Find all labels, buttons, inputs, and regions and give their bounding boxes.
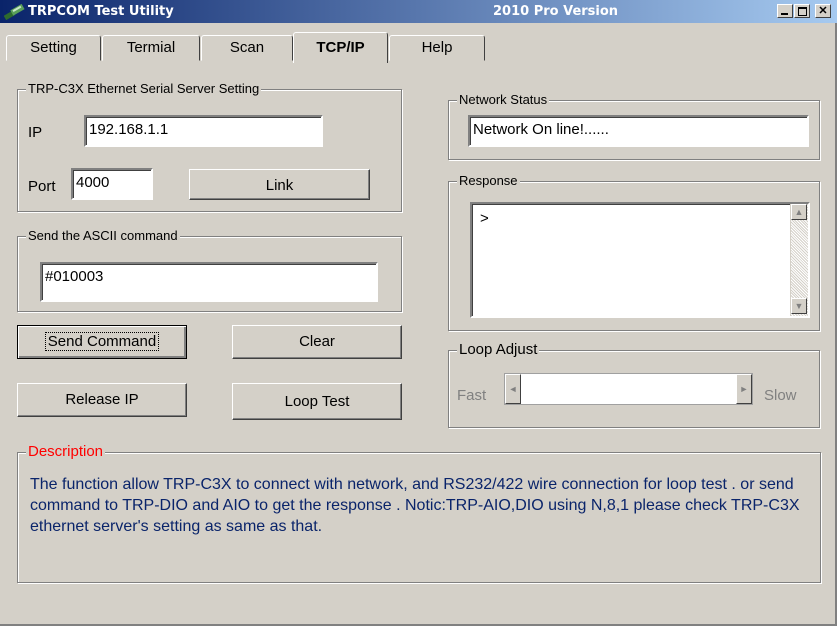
scroll-up-button[interactable]: ▲ xyxy=(791,204,807,220)
fast-label: Fast xyxy=(457,387,487,404)
tab-help[interactable]: Help xyxy=(389,35,485,61)
clear-button-label: Clear xyxy=(299,333,335,350)
release-ip-label: Release IP xyxy=(65,391,139,408)
tab-setting[interactable]: Setting xyxy=(6,35,101,61)
response-group-label: Response xyxy=(457,173,520,188)
title-bar[interactable]: TRPCOM Test Utility 2010 Pro Version ✕ xyxy=(0,0,837,23)
close-icon: ✕ xyxy=(818,5,828,17)
loop-test-label: Loop Test xyxy=(284,393,350,410)
ascii-command-group: Send the ASCII command #010003 xyxy=(17,228,402,312)
server-setting-group: TRP-C3X Ethernet Serial Server Setting I… xyxy=(17,81,402,212)
port-label: Port xyxy=(28,178,56,195)
scroll-down-button[interactable]: ▼ xyxy=(791,298,807,314)
window-version: 2010 Pro Version xyxy=(493,4,619,19)
tab-tcpip[interactable]: TCP/IP xyxy=(293,32,388,63)
ip-input[interactable]: 192.168.1.1 xyxy=(84,115,323,147)
restore-icon xyxy=(798,7,807,16)
link-button-label: Link xyxy=(265,177,294,194)
loop-adjust-group-label: Loop Adjust xyxy=(457,341,540,358)
minimize-button[interactable] xyxy=(777,4,793,18)
triangle-up-icon: ▲ xyxy=(794,207,804,217)
network-status-group: Network Status Network On line!...... xyxy=(448,92,820,160)
ascii-command-group-label: Send the ASCII command xyxy=(26,228,180,243)
response-group: Response > ▲ ▼ xyxy=(448,173,820,331)
slider-right-button[interactable]: ► xyxy=(736,374,752,404)
network-status-field: Network On line!...... xyxy=(468,115,809,147)
ip-label: IP xyxy=(28,124,43,141)
send-command-label: Send Command xyxy=(44,332,160,351)
slow-label: Slow xyxy=(764,387,797,404)
tab-scan[interactable]: Scan xyxy=(201,35,293,61)
ascii-command-input[interactable]: #010003 xyxy=(40,262,378,302)
port-input[interactable]: 4000 xyxy=(71,168,153,200)
response-scrollbar[interactable]: ▲ ▼ xyxy=(790,204,808,316)
clear-button[interactable]: Clear xyxy=(232,325,402,359)
triangle-left-icon: ◄ xyxy=(508,384,518,394)
response-textarea[interactable]: > xyxy=(470,202,810,318)
loop-speed-slider[interactable]: ◄ ► xyxy=(504,373,753,405)
link-button[interactable]: Link xyxy=(189,169,370,200)
minimize-icon xyxy=(781,13,788,15)
description-label: Description xyxy=(26,443,106,460)
loop-adjust-group: Loop Adjust Fast ◄ ► Slow xyxy=(448,341,820,428)
triangle-right-icon: ► xyxy=(739,384,749,394)
loop-test-button[interactable]: Loop Test xyxy=(232,383,402,420)
app-window: TRPCOM Test Utility 2010 Pro Version ✕ S… xyxy=(0,0,837,626)
response-text: > xyxy=(480,210,489,227)
release-ip-button[interactable]: Release IP xyxy=(17,383,187,417)
tab-scan-label: Scan xyxy=(229,39,265,56)
network-status-group-label: Network Status xyxy=(457,92,550,107)
window-title: TRPCOM Test Utility xyxy=(28,4,174,19)
tab-setting-label: Setting xyxy=(30,39,77,56)
restore-button[interactable] xyxy=(794,4,810,18)
tab-termial-label: Termial xyxy=(126,39,176,56)
triangle-down-icon: ▼ xyxy=(794,301,804,311)
cable-icon xyxy=(4,3,25,20)
close-button[interactable]: ✕ xyxy=(815,4,831,18)
tab-tcpip-label: TCP/IP xyxy=(316,39,365,56)
tab-termial[interactable]: Termial xyxy=(102,35,200,61)
tab-help-label: Help xyxy=(421,39,453,56)
server-setting-group-label: TRP-C3X Ethernet Serial Server Setting xyxy=(26,81,262,96)
slider-left-button[interactable]: ◄ xyxy=(505,374,521,404)
send-command-button[interactable]: Send Command xyxy=(17,325,187,359)
description-text: The function allow TRP-C3X to connect wi… xyxy=(30,476,800,535)
